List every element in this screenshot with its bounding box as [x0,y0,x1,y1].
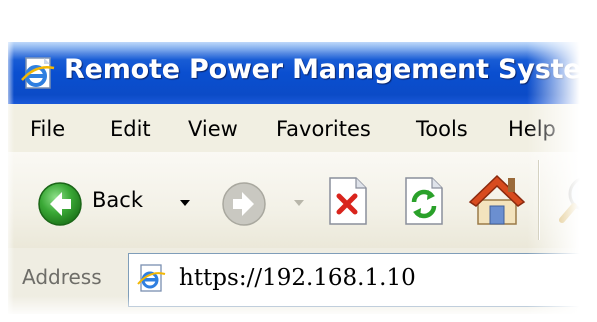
menu-file[interactable]: File [30,117,65,141]
menu-tools[interactable]: Tools [416,117,468,141]
back-dropdown-icon[interactable] [180,200,190,206]
forward-button[interactable] [218,178,308,228]
stop-icon[interactable] [326,176,370,226]
menu-view[interactable]: View [188,117,238,141]
refresh-icon[interactable] [402,176,446,226]
address-url[interactable]: https://192.168.1.10 [179,265,416,291]
browser-window: Remote Power Management System - I File … [8,42,597,314]
forward-arrow-icon [222,182,266,226]
toolbar: Back [8,152,597,249]
fade-frame-left [0,0,14,322]
home-icon[interactable] [468,170,526,228]
menu-bar: File Edit View Favorites Tools Help [8,104,597,153]
fade-frame-top [0,0,597,60]
forward-dropdown-icon[interactable] [294,200,304,206]
menu-favorites[interactable]: Favorites [276,117,371,141]
back-arrow-icon [38,182,82,226]
ie-page-icon [137,264,166,292]
fade-frame-bottom [0,296,597,322]
back-button[interactable]: Back [34,178,194,228]
fade-frame-right [527,0,597,322]
back-label: Back [92,188,143,212]
menu-edit[interactable]: Edit [110,117,151,141]
address-label: Address [22,265,102,289]
